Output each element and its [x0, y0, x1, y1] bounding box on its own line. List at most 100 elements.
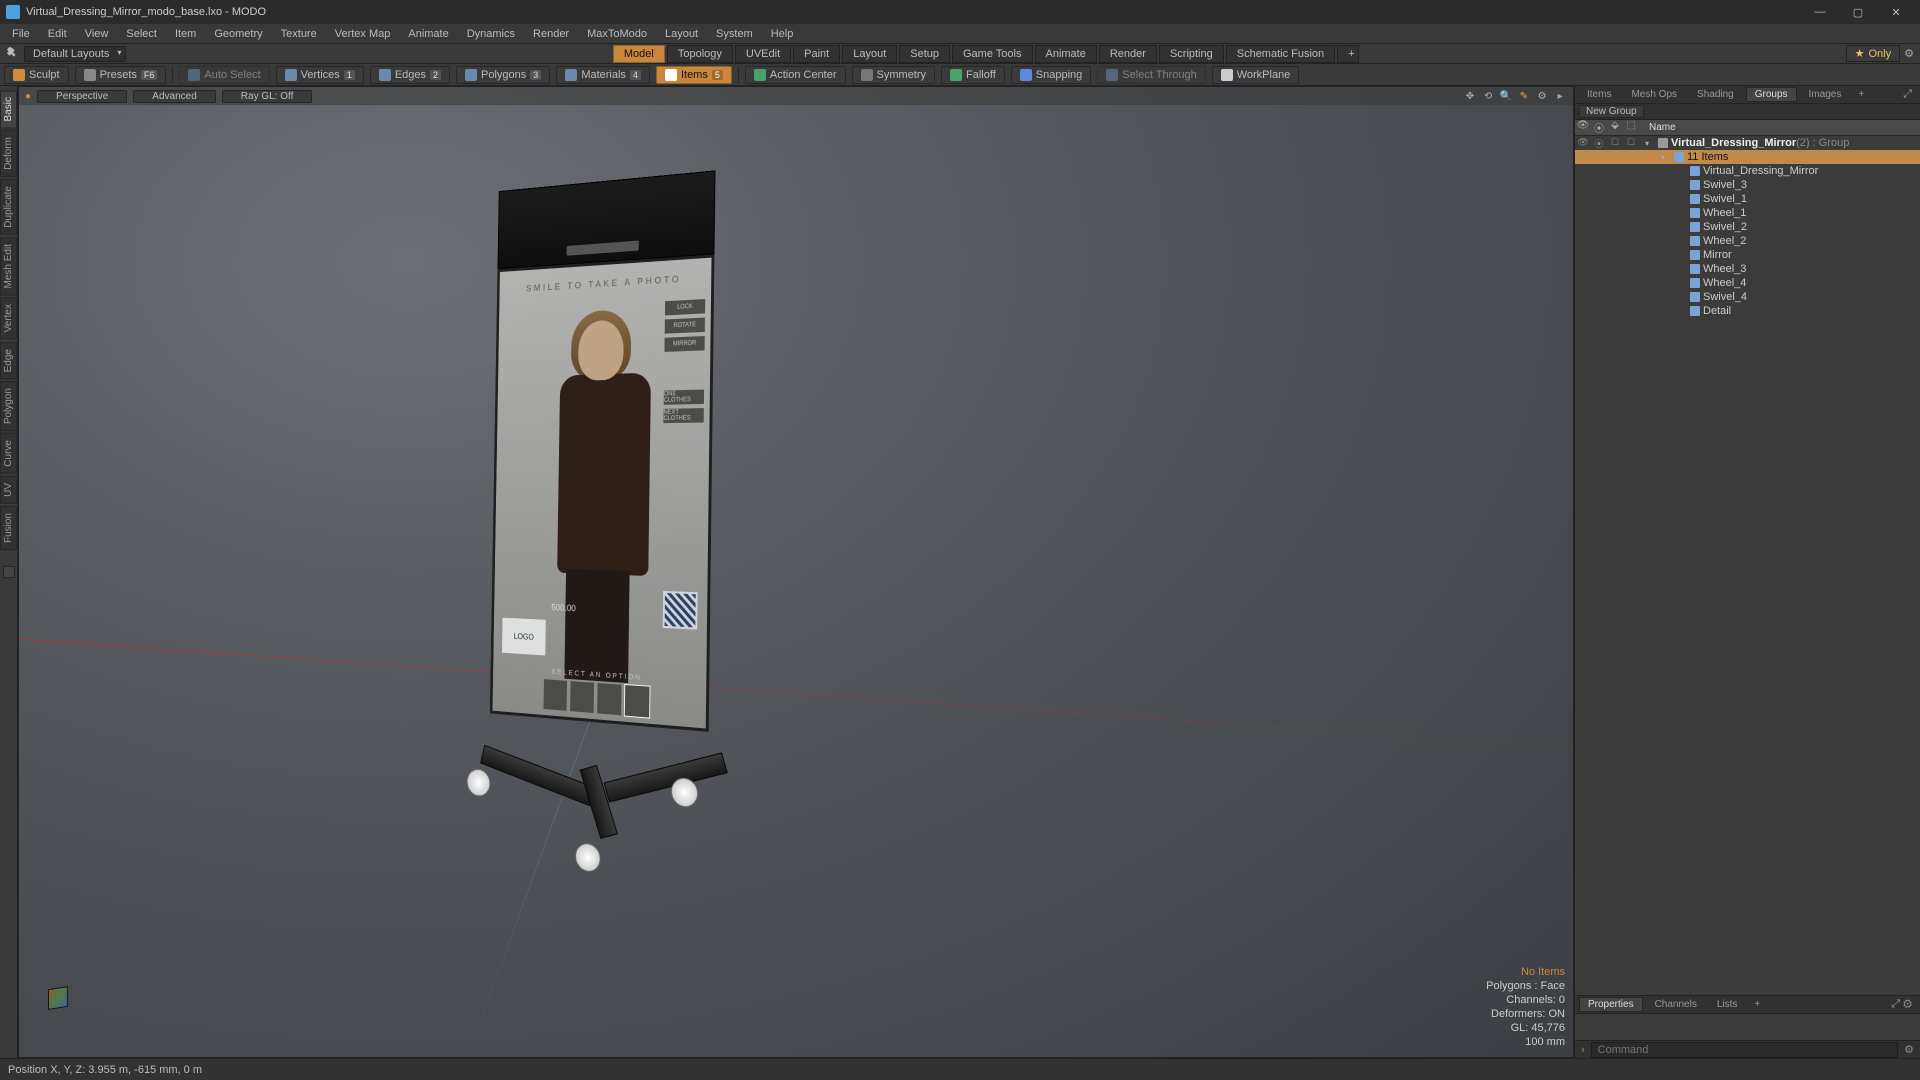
menu-select[interactable]: Select [118, 26, 165, 42]
menu-system[interactable]: System [708, 26, 761, 42]
layout-tab-setup[interactable]: Setup [899, 45, 950, 63]
menu-geometry[interactable]: Geometry [206, 26, 270, 42]
viewport-camera-dropdown[interactable]: Perspective [37, 90, 127, 103]
tree-row[interactable]: Swivel_1 [1575, 192, 1920, 206]
polygons-button[interactable]: Polygons3 [456, 66, 550, 84]
select-icon[interactable]: ⬚ [1623, 120, 1639, 135]
view-options-icon[interactable]: ✎ [1517, 89, 1531, 103]
menu-help[interactable]: Help [763, 26, 802, 42]
tab-properties[interactable]: Properties [1579, 997, 1643, 1012]
snapping-button[interactable]: Snapping [1011, 66, 1092, 84]
layout-tab-topology[interactable]: Topology [667, 45, 733, 63]
menu-file[interactable]: File [4, 26, 38, 42]
workplane-button[interactable]: WorkPlane [1212, 66, 1300, 84]
gear-icon[interactable]: ⚙ [1535, 89, 1549, 103]
auto-select-button[interactable]: Auto Select [179, 66, 269, 84]
vtab-meshedit[interactable]: Mesh Edit [0, 237, 17, 295]
vtab-polygon[interactable]: Polygon [0, 381, 17, 431]
layout-tab-layout[interactable]: Layout [842, 45, 897, 63]
layout-tab-animate[interactable]: Animate [1035, 45, 1097, 63]
tree-row[interactable]: Wheel_4 [1575, 276, 1920, 290]
vtab-deform[interactable]: Deform [0, 130, 17, 177]
sculpt-button[interactable]: Sculpt [4, 66, 69, 84]
viewport[interactable]: ● Perspective Advanced Ray GL: Off ✥ ⟲ 🔍… [18, 86, 1574, 1058]
layout-tab-add[interactable]: + [1337, 45, 1359, 63]
move-icon[interactable]: ✥ [1463, 89, 1477, 103]
layout-tab-scripting[interactable]: Scripting [1159, 45, 1224, 63]
tab-images[interactable]: Images [1801, 88, 1850, 101]
rotate-icon[interactable]: ⟲ [1481, 89, 1495, 103]
items-button[interactable]: Items5 [656, 66, 732, 84]
tree-row[interactable]: Swivel_4 [1575, 290, 1920, 304]
new-group-button[interactable]: New Group [1579, 105, 1644, 118]
viewport-raygl-dropdown[interactable]: Ray GL: Off [222, 90, 313, 103]
model-virtual-dressing-mirror[interactable]: SMILE TO TAKE A PHOTO LOCKROTATEMIRROR O… [489, 170, 715, 771]
tab-add[interactable]: + [1853, 88, 1869, 101]
action-center-button[interactable]: Action Center [745, 66, 846, 84]
maximize-icon[interactable]: ▸ [1553, 89, 1567, 103]
vtab-edge[interactable]: Edge [0, 342, 17, 379]
only-button[interactable]: ★Only [1846, 45, 1901, 62]
vtab-duplicate[interactable]: Duplicate [0, 179, 17, 235]
layout-tab-model[interactable]: Model [613, 45, 665, 63]
tree-row[interactable]: Virtual_Dressing_Mirror [1575, 164, 1920, 178]
tab-shading[interactable]: Shading [1689, 88, 1742, 101]
vtab-curve[interactable]: Curve [0, 433, 17, 474]
select-through-button[interactable]: Select Through [1097, 66, 1205, 84]
menu-maxtomodo[interactable]: MaxToModo [579, 26, 655, 42]
layout-tab-schematicfusion[interactable]: Schematic Fusion [1226, 45, 1335, 63]
orientation-gizmo[interactable] [47, 987, 77, 1017]
presets-button[interactable]: PresetsF6 [75, 66, 167, 84]
layout-tab-uvedit[interactable]: UVEdit [735, 45, 791, 63]
layout-tab-paint[interactable]: Paint [793, 45, 840, 63]
tab-items[interactable]: Items [1579, 88, 1619, 101]
groups-tree[interactable]: 👁⦿☐☐ ▾ Virtual_Dressing_Mirror (2) : Gro… [1575, 136, 1920, 995]
command-history-icon[interactable]: › [1581, 1044, 1585, 1056]
falloff-button[interactable]: Falloff [941, 66, 1005, 84]
viewport-shading-dropdown[interactable]: Advanced [133, 90, 215, 103]
eye-icon[interactable]: 👁 [1575, 120, 1591, 135]
menu-item[interactable]: Item [167, 26, 204, 42]
tree-row[interactable]: 👁⦿☐☐ ▾ Virtual_Dressing_Mirror (2) : Gro… [1575, 136, 1920, 150]
edges-button[interactable]: Edges2 [370, 66, 450, 84]
menu-layout[interactable]: Layout [657, 26, 706, 42]
zoom-icon[interactable]: 🔍 [1499, 89, 1513, 103]
command-input[interactable] [1591, 1042, 1898, 1058]
tree-row[interactable]: Wheel_1 [1575, 206, 1920, 220]
panel-popout-bottom-icon[interactable]: ⤢ ⚙ [1887, 998, 1916, 1011]
tab-add-bottom[interactable]: + [1749, 998, 1765, 1011]
tab-lists[interactable]: Lists [1709, 998, 1746, 1011]
tree-row[interactable]: Swivel_3 [1575, 178, 1920, 192]
menu-texture[interactable]: Texture [273, 26, 325, 42]
menu-dynamics[interactable]: Dynamics [459, 26, 523, 42]
vtab-vertex[interactable]: Vertex [0, 297, 17, 339]
solo-icon[interactable]: ⦿ [1591, 120, 1607, 135]
tree-row[interactable]: Detail [1575, 304, 1920, 318]
tab-channels[interactable]: Channels [1647, 998, 1705, 1011]
vtab-uv[interactable]: UV [0, 476, 17, 504]
tab-groups[interactable]: Groups [1746, 87, 1797, 102]
layout-tab-render[interactable]: Render [1099, 45, 1157, 63]
tree-row[interactable]: Wheel_2 [1575, 234, 1920, 248]
maximize-button[interactable]: ▢ [1840, 2, 1876, 22]
thumbtack-icon[interactable] [6, 47, 20, 61]
left-panel-toggle[interactable] [3, 566, 15, 578]
tree-row[interactable]: Swivel_2 [1575, 220, 1920, 234]
layout-gear-icon[interactable]: ⚙ [1904, 47, 1914, 60]
lock-icon[interactable]: ⬙ [1607, 120, 1623, 135]
vtab-basic[interactable]: Basic [0, 90, 17, 128]
tree-row[interactable]: Wheel_3 [1575, 262, 1920, 276]
menu-edit[interactable]: Edit [40, 26, 75, 42]
vtab-fusion[interactable]: Fusion [0, 506, 17, 550]
tab-meshops[interactable]: Mesh Ops [1623, 88, 1685, 101]
materials-button[interactable]: Materials4 [556, 66, 650, 84]
tree-row[interactable]: ▾ 11 Items [1575, 150, 1920, 164]
menu-vertexmap[interactable]: Vertex Map [327, 26, 399, 42]
vertices-button[interactable]: Vertices1 [276, 66, 364, 84]
layout-tab-gametools[interactable]: Game Tools [952, 45, 1033, 63]
menu-animate[interactable]: Animate [400, 26, 456, 42]
menu-view[interactable]: View [77, 26, 117, 42]
symmetry-button[interactable]: Symmetry [852, 66, 936, 84]
minimize-button[interactable]: — [1802, 2, 1838, 22]
close-button[interactable]: ✕ [1878, 2, 1914, 22]
